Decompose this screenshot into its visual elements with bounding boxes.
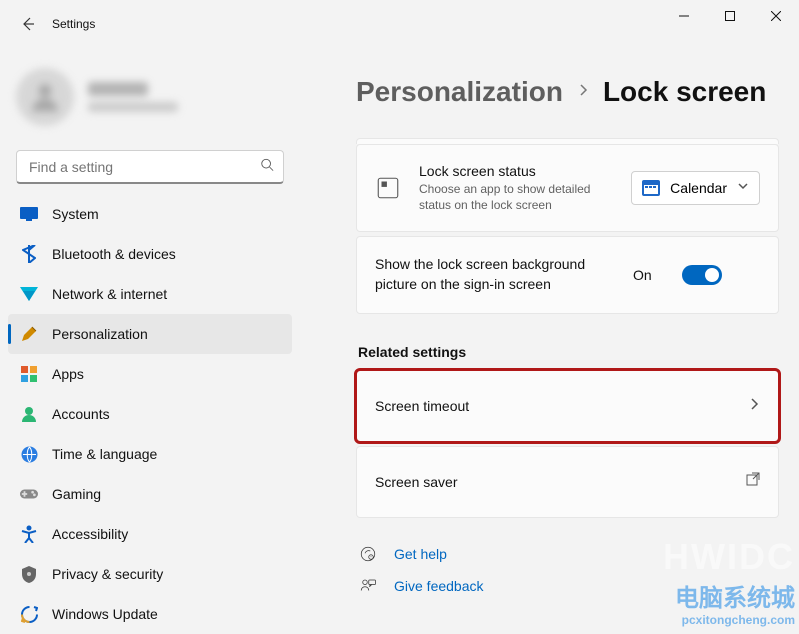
sidebar-item-accessibility[interactable]: Accessibility (8, 514, 292, 554)
signin-bg-toggle[interactable] (682, 265, 722, 285)
nav-list: System Bluetooth & devices Network & inter… (8, 194, 292, 634)
sidebar-item-update[interactable]: Windows Update (8, 594, 292, 634)
sidebar-item-apps[interactable]: Apps (8, 354, 292, 394)
privacy-icon (20, 565, 38, 583)
avatar (16, 68, 74, 126)
accounts-icon (20, 405, 38, 423)
breadcrumb-current: Lock screen (603, 76, 766, 108)
signin-bg-label: Show the lock screen background picture … (375, 255, 615, 294)
lockstatus-desc: Choose an app to show detailed status on… (419, 181, 599, 213)
system-icon (20, 205, 38, 223)
chevron-right-icon (577, 83, 589, 101)
sidebar-item-bluetooth[interactable]: Bluetooth & devices (8, 234, 292, 274)
accessibility-icon (20, 525, 38, 543)
lockstatus-app-dropdown[interactable]: Calendar (631, 171, 760, 205)
help-icon (358, 544, 378, 564)
lock-screen-status-card[interactable]: Lock screen status Choose an app to show… (356, 144, 779, 232)
user-texts (88, 82, 178, 112)
search-input[interactable] (16, 150, 284, 184)
sidebar-item-label: Personalization (52, 326, 148, 342)
sidebar-item-label: Accounts (52, 406, 110, 422)
calendar-icon (642, 180, 660, 196)
sidebar-item-gaming[interactable]: Gaming (8, 474, 292, 514)
chevron-right-icon (748, 397, 760, 415)
get-help-link[interactable]: Get help (394, 546, 447, 562)
lockstatus-title: Lock screen status (419, 163, 613, 179)
toggle-state-label: On (633, 267, 652, 283)
sidebar-item-label: Accessibility (52, 526, 128, 542)
content-area: Personalization Lock screen Lock screen … (300, 48, 799, 631)
personalization-icon (20, 325, 38, 343)
gaming-icon (20, 485, 38, 503)
network-icon (20, 285, 38, 303)
search-icon (260, 158, 274, 177)
sidebar-item-label: Windows Update (52, 606, 158, 622)
signin-bg-card[interactable]: Show the lock screen background picture … (356, 236, 779, 313)
sidebar-item-accounts[interactable]: Accounts (8, 394, 292, 434)
sidebar: System Bluetooth & devices Network & inter… (0, 48, 300, 631)
sidebar-item-label: Privacy & security (52, 566, 163, 582)
breadcrumb-prev[interactable]: Personalization (356, 76, 563, 108)
sidebar-item-label: Apps (52, 366, 84, 382)
maximize-button[interactable] (707, 0, 753, 32)
sidebar-item-label: Network & internet (52, 286, 167, 302)
sidebar-item-privacy[interactable]: Privacy & security (8, 554, 292, 594)
close-button[interactable] (753, 0, 799, 32)
apps-icon (20, 365, 38, 383)
sidebar-item-system[interactable]: System (8, 194, 292, 234)
minimize-button[interactable] (661, 0, 707, 32)
bluetooth-icon (20, 245, 38, 263)
sidebar-item-time[interactable]: Time & language (8, 434, 292, 474)
related-settings-title: Related settings (358, 344, 779, 360)
sidebar-item-label: Time & language (52, 446, 157, 462)
give-feedback-link[interactable]: Give feedback (394, 578, 484, 594)
related-timeout-card[interactable]: Screen timeout (356, 370, 779, 442)
sidebar-item-personalization[interactable]: Personalization (8, 314, 292, 354)
chevron-down-icon (737, 179, 749, 197)
time-icon (20, 445, 38, 463)
sidebar-item-network[interactable]: Network & internet (8, 274, 292, 314)
back-button[interactable] (8, 4, 48, 44)
open-external-icon (746, 472, 760, 491)
update-icon (20, 605, 38, 623)
sidebar-item-label: Bluetooth & devices (52, 246, 176, 262)
sidebar-item-label: Gaming (52, 486, 101, 502)
dropdown-label: Calendar (670, 180, 727, 196)
related-item-label: Screen saver (375, 474, 746, 490)
sidebar-item-label: System (52, 206, 99, 222)
user-block[interactable] (8, 60, 292, 142)
feedback-icon (358, 576, 378, 596)
related-item-label: Screen timeout (375, 398, 748, 414)
breadcrumb: Personalization Lock screen (356, 76, 779, 108)
status-app-icon (375, 175, 401, 201)
related-saver-card[interactable]: Screen saver (356, 446, 779, 518)
window-title: Settings (52, 17, 95, 31)
